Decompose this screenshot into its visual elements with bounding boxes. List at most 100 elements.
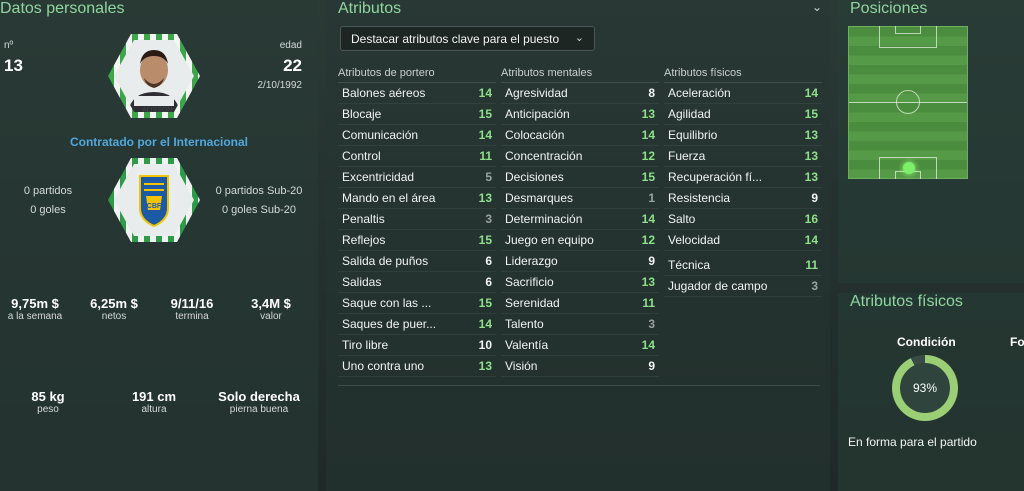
goalkeeper-position-marker[interactable] [903,162,915,174]
attribute-row[interactable]: Juego en equipo 12 [501,230,659,251]
attribute-name: Saques de puer... [342,317,437,331]
attribute-row[interactable]: Control 11 [338,146,496,167]
attribute-value: 3 [811,279,818,293]
attribute-row[interactable]: Velocidad 14 [664,230,822,251]
attribute-row[interactable]: Saque con las ... 15 [338,293,496,314]
attribute-row[interactable]: Equilibrio 13 [664,125,822,146]
attribute-value: 14 [641,338,655,352]
attribute-name: Mando en el área [342,191,436,205]
attribute-name: Serenidad [505,296,560,310]
foot-stat: Solo derecha pierna buena [206,389,312,415]
contract-end-stat: 9/11/16 termina [156,296,228,322]
wage-label: a la semana [7,311,63,322]
attribute-row[interactable]: Penaltis 3 [338,209,496,230]
attribute-name: Valentía [505,338,549,352]
attribute-value: 11 [642,296,655,310]
physical-attributes-header: Atributos físicos [664,67,822,83]
market-value: 3,4M $ [251,296,291,311]
attribute-row[interactable]: Visión 9 [501,356,659,377]
attribute-row[interactable]: Recuperación fí... 13 [664,167,822,188]
player-photo-frame[interactable] [108,34,200,118]
attribute-name: Reflejos [342,233,386,247]
attribute-value: 3 [648,317,655,331]
cbf-text: CBF [147,203,162,210]
attribute-row[interactable]: Salidas 6 [338,272,496,293]
attribute-row[interactable]: Talento 3 [501,314,659,335]
contract-end-value: 9/11/16 [170,296,214,311]
attribute-row[interactable]: Uno contra uno 13 [338,356,496,377]
attribute-value: 14 [478,128,492,142]
attribute-row[interactable]: Salida de puños 6 [338,251,496,272]
attribute-name: Determinación [505,212,583,226]
attribute-row[interactable]: Desmarques 1 [501,188,659,209]
attribute-value: 13 [641,275,655,289]
nation-badge: CBF [114,164,194,236]
attribute-row[interactable]: Agresividad 8 [501,83,659,104]
attribute-row[interactable]: Fuerza 13 [664,146,822,167]
attribute-row[interactable]: Determinación 14 [501,209,659,230]
foot-label: pierna buena [229,404,289,415]
attribute-row[interactable]: Comunicación 14 [338,125,496,146]
attribute-row[interactable]: Tiro libre 10 [338,335,496,356]
contract-status[interactable]: Contratado por el Internacional [0,135,318,149]
attribute-value: 6 [485,275,492,289]
attribute-row[interactable]: Mando en el área 13 [338,188,496,209]
attribute-row[interactable]: Salto 16 [664,209,822,230]
attribute-row[interactable]: Agilidad 15 [664,104,822,125]
highlight-attributes-dropdown[interactable]: Destacar atributos clave para el puesto … [340,26,595,51]
age-label: edad [279,40,302,51]
attribute-row[interactable]: Resistencia 9 [664,188,822,209]
attribute-row[interactable]: Liderazgo 9 [501,251,659,272]
attribute-name: Talento [505,317,544,331]
center-circle [896,90,920,114]
personal-data-title: Datos personales [0,0,125,17]
attribute-name: Fuerza [668,149,706,163]
wage-stat: 9,75m $ a la semana [0,296,70,322]
attribute-row[interactable]: Balones aéreos 14 [338,83,496,104]
attribute-value: 11 [479,149,492,163]
condition-value: 93% [900,363,950,413]
attribute-value: 15 [804,107,818,121]
attribute-row[interactable]: Colocación 14 [501,125,659,146]
position-pitch[interactable] [848,26,968,179]
u20-caps-count: 0 partidos Sub-20 [215,185,303,197]
attribute-row[interactable]: Blocaje 15 [338,104,496,125]
weight-label: peso [37,404,59,415]
height-stat: 191 cm altura [114,389,194,415]
attribute-row[interactable]: Concentración 12 [501,146,659,167]
attribute-row[interactable]: Reflejos 15 [338,230,496,251]
attribute-value: 13 [478,191,492,205]
attribute-name: Liderazgo [505,254,558,268]
attribute-name: Uno contra uno [342,359,425,373]
attribute-row[interactable]: Técnica 11 [664,255,822,276]
player-portrait-icon [128,50,180,112]
attribute-row[interactable]: Decisiones 15 [501,167,659,188]
attribute-row[interactable]: Sacrificio 13 [501,272,659,293]
goals-count: 0 goles [30,204,66,216]
attribute-value: 9 [811,191,818,205]
attribute-name: Juego en equipo [505,233,594,247]
attribute-name: Balones aéreos [342,86,426,100]
attribute-row[interactable]: Saques de puer... 14 [338,314,496,335]
attribute-row[interactable]: Jugador de campo 3 [664,276,822,297]
attribute-row[interactable]: Anticipación 13 [501,104,659,125]
player-name-tag: ALISSON [142,107,173,114]
attribute-value: 13 [478,359,492,373]
value-stat: 3,4M $ valor [236,296,306,322]
attribute-name: Tiro libre [342,338,389,352]
attribute-row[interactable]: Excentricidad 5 [338,167,496,188]
nation-badge-frame[interactable]: CBF [108,158,200,242]
attribute-value: 14 [478,86,492,100]
condition-label: Condición [897,335,956,349]
attribute-name: Técnica [668,258,711,272]
caps-count: 0 partidos [23,185,73,197]
attribute-row[interactable]: Aceleración 14 [664,83,822,104]
attribute-row[interactable]: Valentía 14 [501,335,659,356]
u20-goals-count: 0 goles Sub-20 [222,204,296,216]
chevron-down-icon[interactable]: ⌄ [812,0,822,14]
attribute-name: Visión [505,359,538,373]
attribute-name: Excentricidad [342,170,415,184]
attribute-row[interactable]: Serenidad 11 [501,293,659,314]
attribute-value: 15 [478,107,492,121]
market-value-label: valor [260,311,282,322]
